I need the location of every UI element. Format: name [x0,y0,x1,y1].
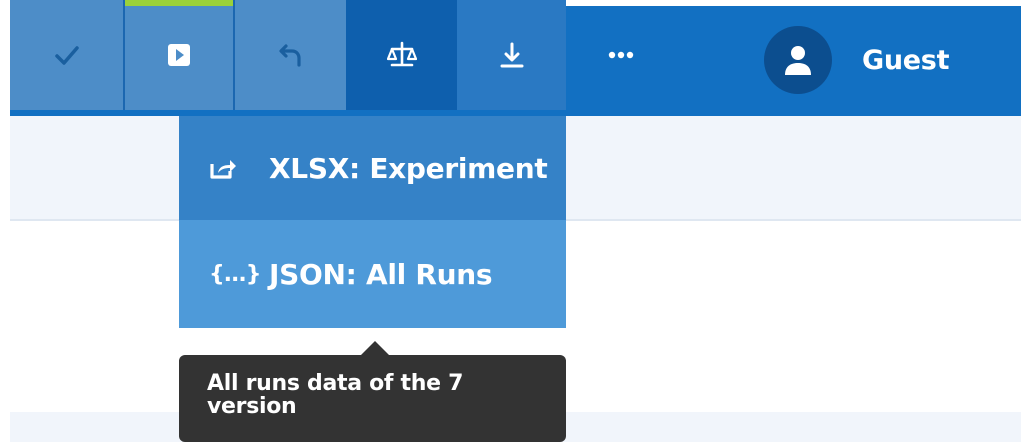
menu-item-json-all-runs[interactable]: {...} JSON: All Runs [179,220,566,328]
undo-icon [278,42,304,68]
download-icon [499,41,525,69]
download-dropdown: XLSX: Experiment {...} JSON: All Runs [179,116,566,328]
check-icon [54,44,80,66]
balance-scale-icon [386,41,417,69]
json-icon: {...} [209,261,261,287]
avatar[interactable] [764,26,832,94]
download-button[interactable] [457,0,566,110]
menu-item-xlsx-experiment[interactable]: XLSX: Experiment [179,116,566,220]
menu-item-label: JSON: All Runs [269,257,493,291]
menu-item-label: XLSX: Experiment [269,151,548,185]
export-icon [209,156,237,180]
tooltip: All runs data of the 7 version [179,355,566,442]
play-icon [167,43,191,67]
user-name[interactable]: Guest [862,45,949,76]
tooltip-line: version [207,394,297,419]
app-window: Guest XLSX: Experiment {...} JSON: All R… [0,0,1021,442]
undo-button[interactable] [235,0,346,110]
more-icon [608,51,634,59]
more-button[interactable] [566,0,676,110]
user-icon [783,44,813,76]
active-indicator [125,0,233,6]
run-button[interactable] [125,0,233,110]
compare-button[interactable] [346,0,457,110]
tooltip-arrow [361,341,389,355]
tooltip-line: All runs data of the 7 [207,371,464,396]
complete-button[interactable] [10,0,123,110]
